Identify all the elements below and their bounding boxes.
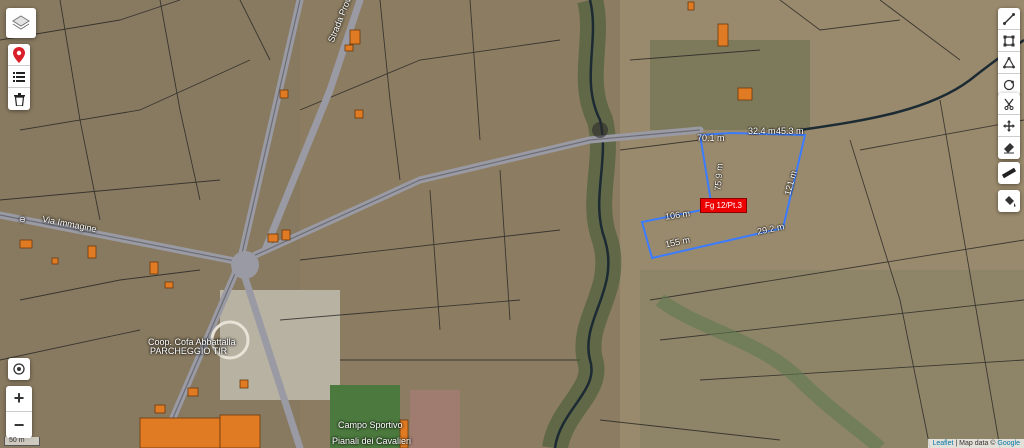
draw-polyline-icon — [1003, 12, 1015, 25]
measurement-label: 70.1 m — [697, 133, 725, 143]
list-icon — [13, 71, 25, 82]
list-button[interactable] — [8, 66, 30, 88]
draw-toolbar — [998, 8, 1020, 96]
ruler-button[interactable] — [998, 162, 1020, 184]
draw-polygon-icon — [1003, 56, 1015, 68]
road-marker-icon: ⊖ — [19, 215, 26, 224]
leaflet-link[interactable]: Leaflet — [932, 440, 953, 447]
left-toolbar — [8, 44, 30, 110]
layers-icon — [12, 15, 30, 30]
paint-bucket-icon — [1004, 195, 1015, 207]
draw-rectangle-button[interactable] — [998, 30, 1020, 52]
eraser-icon — [1004, 143, 1014, 154]
place-label-sport: Campo Sportivo — [338, 420, 403, 430]
attribution-separator: | Map data © — [953, 440, 998, 447]
delete-button[interactable] — [8, 88, 30, 110]
parcel-label[interactable]: Fg 12/Pt.3 — [700, 198, 747, 213]
scale-bar: 50 m — [4, 437, 40, 446]
move-button[interactable] — [998, 115, 1020, 137]
move-icon — [1003, 119, 1015, 132]
ruler-control — [998, 162, 1020, 184]
zoom-out-button[interactable]: − — [6, 412, 32, 438]
fill-control — [998, 190, 1020, 212]
add-marker-button[interactable] — [8, 44, 30, 66]
google-link[interactable]: Google — [997, 440, 1020, 447]
cut-button[interactable] — [998, 93, 1020, 115]
trash-icon — [13, 92, 25, 106]
locate-control[interactable] — [8, 358, 30, 380]
locate-icon — [13, 363, 25, 375]
place-label-sport2: Pianali dei Cavalieri — [332, 436, 412, 446]
map-marker-icon — [13, 46, 25, 63]
erase-button[interactable] — [998, 137, 1020, 159]
draw-polygon-button[interactable] — [998, 52, 1020, 74]
layers-control[interactable] — [6, 8, 36, 38]
fill-button[interactable] — [998, 190, 1020, 212]
draw-rectangle-icon — [1003, 35, 1015, 46]
place-label-parking: PARCHEGGIO TIR — [150, 346, 228, 356]
draw-circle-icon — [1003, 79, 1015, 91]
edit-toolbar — [998, 93, 1020, 159]
map-attribution: Leaflet | Map data © Google — [928, 439, 1024, 448]
ruler-icon — [1002, 167, 1016, 179]
measurement-label: 45.3 m — [776, 126, 804, 136]
zoom-in-button[interactable]: + — [6, 386, 32, 412]
zoom-control: + − — [6, 386, 32, 438]
draw-polyline-button[interactable] — [998, 8, 1020, 30]
measurement-label: 32.4 m — [748, 126, 776, 136]
satellite-map[interactable] — [0, 0, 1024, 448]
cut-icon — [1004, 98, 1014, 110]
measurement-label: 75.9 m — [712, 162, 725, 192]
